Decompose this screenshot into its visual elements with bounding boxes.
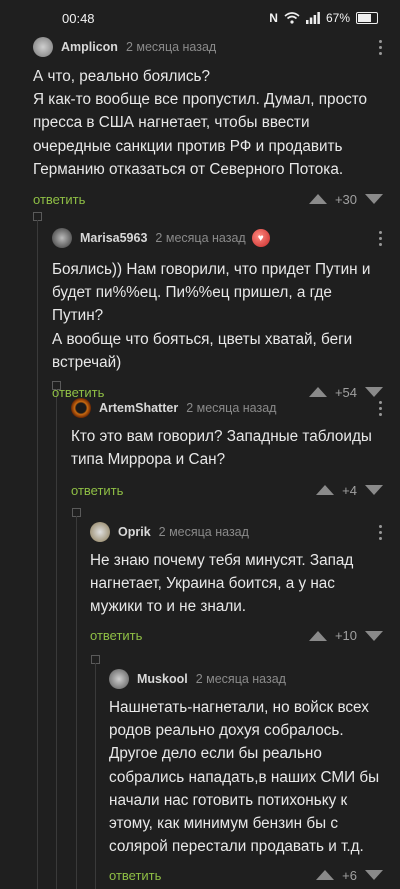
more-options-icon[interactable] [379,525,383,540]
comment-footer: ответить +4 [71,479,383,501]
thread-line[interactable] [56,389,57,889]
vote-controls: +30 [308,191,383,207]
vote-controls: +4 [316,483,383,498]
downvote-icon[interactable] [365,630,383,641]
comment-line: Другое дело если бы реально [109,745,322,763]
comment-line: А вообще что бояться, цветы хватай, беги [52,330,353,348]
comment: Oprik 2 месяца назад Не знаю почему тебя… [90,521,383,647]
reply-link[interactable]: ответить [109,868,161,883]
comment-line: Нашнетать-нагнетали, но войск всех [109,699,369,716]
comment-header: Muskool 2 месяца назад [109,668,383,690]
comment-score: +30 [334,191,357,207]
comment-text: Боялись)) Нам говорили, что придет Путин… [52,258,383,374]
wifi-icon [284,12,300,24]
vote-controls: +6 [316,868,383,883]
comment-line: очередные санкции против РФ и продавить [33,137,343,155]
upvote-icon[interactable] [316,485,335,496]
reply-link[interactable]: ответить [71,483,123,498]
downvote-icon[interactable] [365,387,383,398]
comment-line: типа Миррора и Сан? [71,451,226,469]
more-options-icon[interactable] [379,401,383,416]
comment-author[interactable]: Oprik [118,525,151,539]
comment-line: солярой перестали продавать и т.д. [109,838,364,856]
signal-icon [305,12,320,24]
heart-badge-icon: ♥ [251,229,270,247]
avatar[interactable] [33,37,53,57]
thread-line[interactable] [37,220,38,889]
avatar[interactable] [52,228,72,248]
comment-date: 2 месяца назад [158,525,249,539]
thread-line[interactable] [95,663,96,889]
downvote-icon[interactable] [365,194,383,205]
status-bar: 00:48 N 67% [0,0,400,36]
comment-author[interactable]: Muskool [137,672,188,686]
comment-line: мужики то и не знали. [90,598,247,616]
battery-percent: 67% [325,11,350,25]
comment-author[interactable]: ArtemShatter [99,401,178,415]
comment-date: 2 месяца назад [125,40,217,54]
upvote-icon[interactable] [316,870,335,881]
comment-line: начали нас готовить потихоньку к [109,791,348,809]
comment-header: Amplicon 2 месяца назад [33,36,383,58]
comment-line: родов реально дохуя собралось. [109,722,344,740]
upvote-icon[interactable] [308,630,327,641]
comment: Amplicon 2 месяца назад А что, реально б… [33,36,383,210]
comment-line: Боялись)) Нам говорили, что придет Путин… [52,261,371,278]
comment-line: Я как-то вообще все пропустил. Думал, пр… [33,91,368,109]
more-options-icon[interactable] [379,40,383,55]
comment-text: Кто это вам говорил? Западные таблоиды т… [71,425,383,471]
comment: Muskool 2 месяца назад Нашнетать-нагнета… [109,668,383,886]
comment-footer: ответить +6 [109,864,383,886]
comment-line: пресса в США нагнетает, чтобы ввести [33,114,310,132]
reply-link[interactable]: ответить [33,192,85,207]
avatar[interactable] [71,398,91,418]
thread-line[interactable] [76,516,77,889]
comment-header: Marisa5963 2 месяца назад ♥ [52,227,383,249]
comment-text: Нашнетать-нагнетали, но войск всех родов… [109,696,383,858]
comment-text: Не знаю почему тебя минусят. Запад нагне… [90,549,383,619]
comment-line: Германию отказаться от Северного Потока. [33,160,344,178]
comment-line: этому, как минимум бензин бы с [109,815,339,833]
comment-footer: ответить +10 [90,625,383,647]
comment-line: Кто это вам говорил? Западные таблоиды [71,428,372,445]
downvote-icon[interactable] [365,870,383,881]
comment-header: ArtemShatter 2 месяца назад [71,397,383,419]
downvote-icon[interactable] [365,485,383,496]
comment-date: 2 месяца назад [155,231,246,245]
avatar[interactable] [90,522,110,542]
nfc-icon: N [269,11,278,25]
upvote-icon[interactable] [308,194,327,205]
comment-date: 2 месяца назад [195,672,286,686]
comment: ArtemShatter 2 месяца назад Кто это вам … [71,397,383,501]
status-time: 00:48 [62,10,95,26]
comment-line: встречай) [52,353,122,371]
vote-controls: +10 [308,628,383,644]
comment: Marisa5963 2 месяца назад ♥ Боялись)) На… [52,227,383,403]
status-icons: N 67% [269,11,378,25]
comment-author[interactable]: Amplicon [61,40,118,54]
reply-link[interactable]: ответить [90,628,142,643]
comment-line: Не знаю почему тебя минусят. Запад [90,552,354,569]
comment-score: +10 [334,628,357,644]
battery-icon [356,12,378,24]
comment-line: будет пи%%ец. Пи%%ец пришел, а где Путин… [52,284,332,325]
comment-date: 2 месяца назад [186,401,277,415]
more-options-icon[interactable] [379,231,383,246]
avatar[interactable] [109,669,129,689]
comment-author[interactable]: Marisa5963 [80,231,147,245]
comment-footer: ответить +30 [33,188,383,210]
comment-score: +6 [342,867,357,883]
comment-line: нагнетает, Украина боится, а у нас [90,575,335,593]
comment-line: А что, реально боялись? [33,68,211,85]
comment-score: +4 [342,482,357,498]
comment-text: А что, реально боялись? Я как-то вообще … [33,65,383,181]
upvote-icon[interactable] [308,387,327,398]
comment-header: Oprik 2 месяца назад [90,521,383,543]
comment-line: собрались нападать,в наших СМИ бы [109,768,380,786]
